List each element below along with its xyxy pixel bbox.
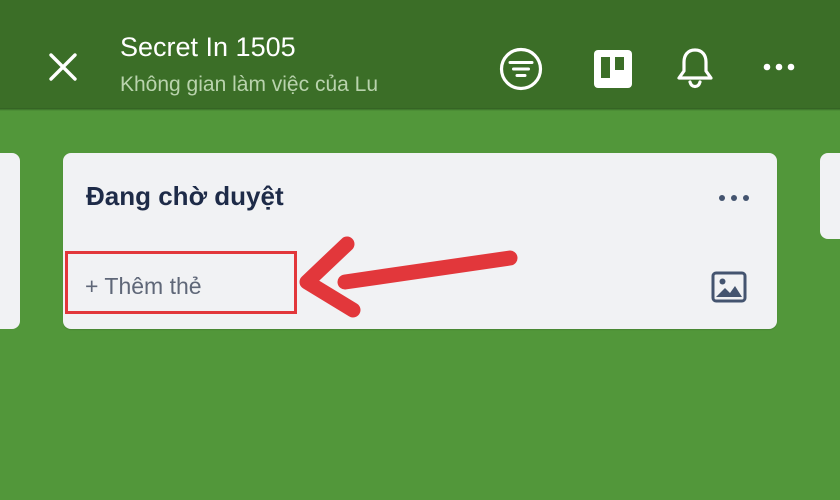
add-card-from-template-button[interactable] bbox=[708, 267, 750, 307]
filter-button[interactable] bbox=[494, 42, 548, 96]
close-icon bbox=[49, 53, 77, 81]
more-horizontal-icon bbox=[763, 63, 795, 71]
add-card-button[interactable]: + Thêm thẻ bbox=[85, 266, 295, 306]
workspace-name: Không gian làm việc của Lu bbox=[120, 73, 378, 96]
image-icon bbox=[711, 271, 747, 303]
previous-list-card[interactable] bbox=[0, 153, 20, 329]
bell-icon bbox=[677, 48, 713, 89]
list-title[interactable]: Đang chờ duyệt bbox=[86, 179, 284, 213]
filter-icon bbox=[499, 47, 543, 91]
top-app-bar: Secret In 1505 Không gian làm việc của L… bbox=[0, 0, 840, 108]
next-list-card[interactable] bbox=[820, 153, 840, 239]
close-button[interactable] bbox=[38, 42, 88, 92]
board-view-icon bbox=[594, 50, 632, 88]
list-more-button[interactable] bbox=[710, 183, 758, 213]
more-horizontal-icon bbox=[719, 195, 749, 201]
list-card: Đang chờ duyệt + Thêm thẻ bbox=[63, 153, 777, 329]
header-shadow bbox=[0, 108, 840, 111]
board-view-button[interactable] bbox=[586, 42, 640, 96]
more-options-button[interactable] bbox=[752, 42, 806, 92]
board-title: Secret In 1505 bbox=[120, 32, 296, 62]
notifications-button[interactable] bbox=[668, 40, 722, 94]
